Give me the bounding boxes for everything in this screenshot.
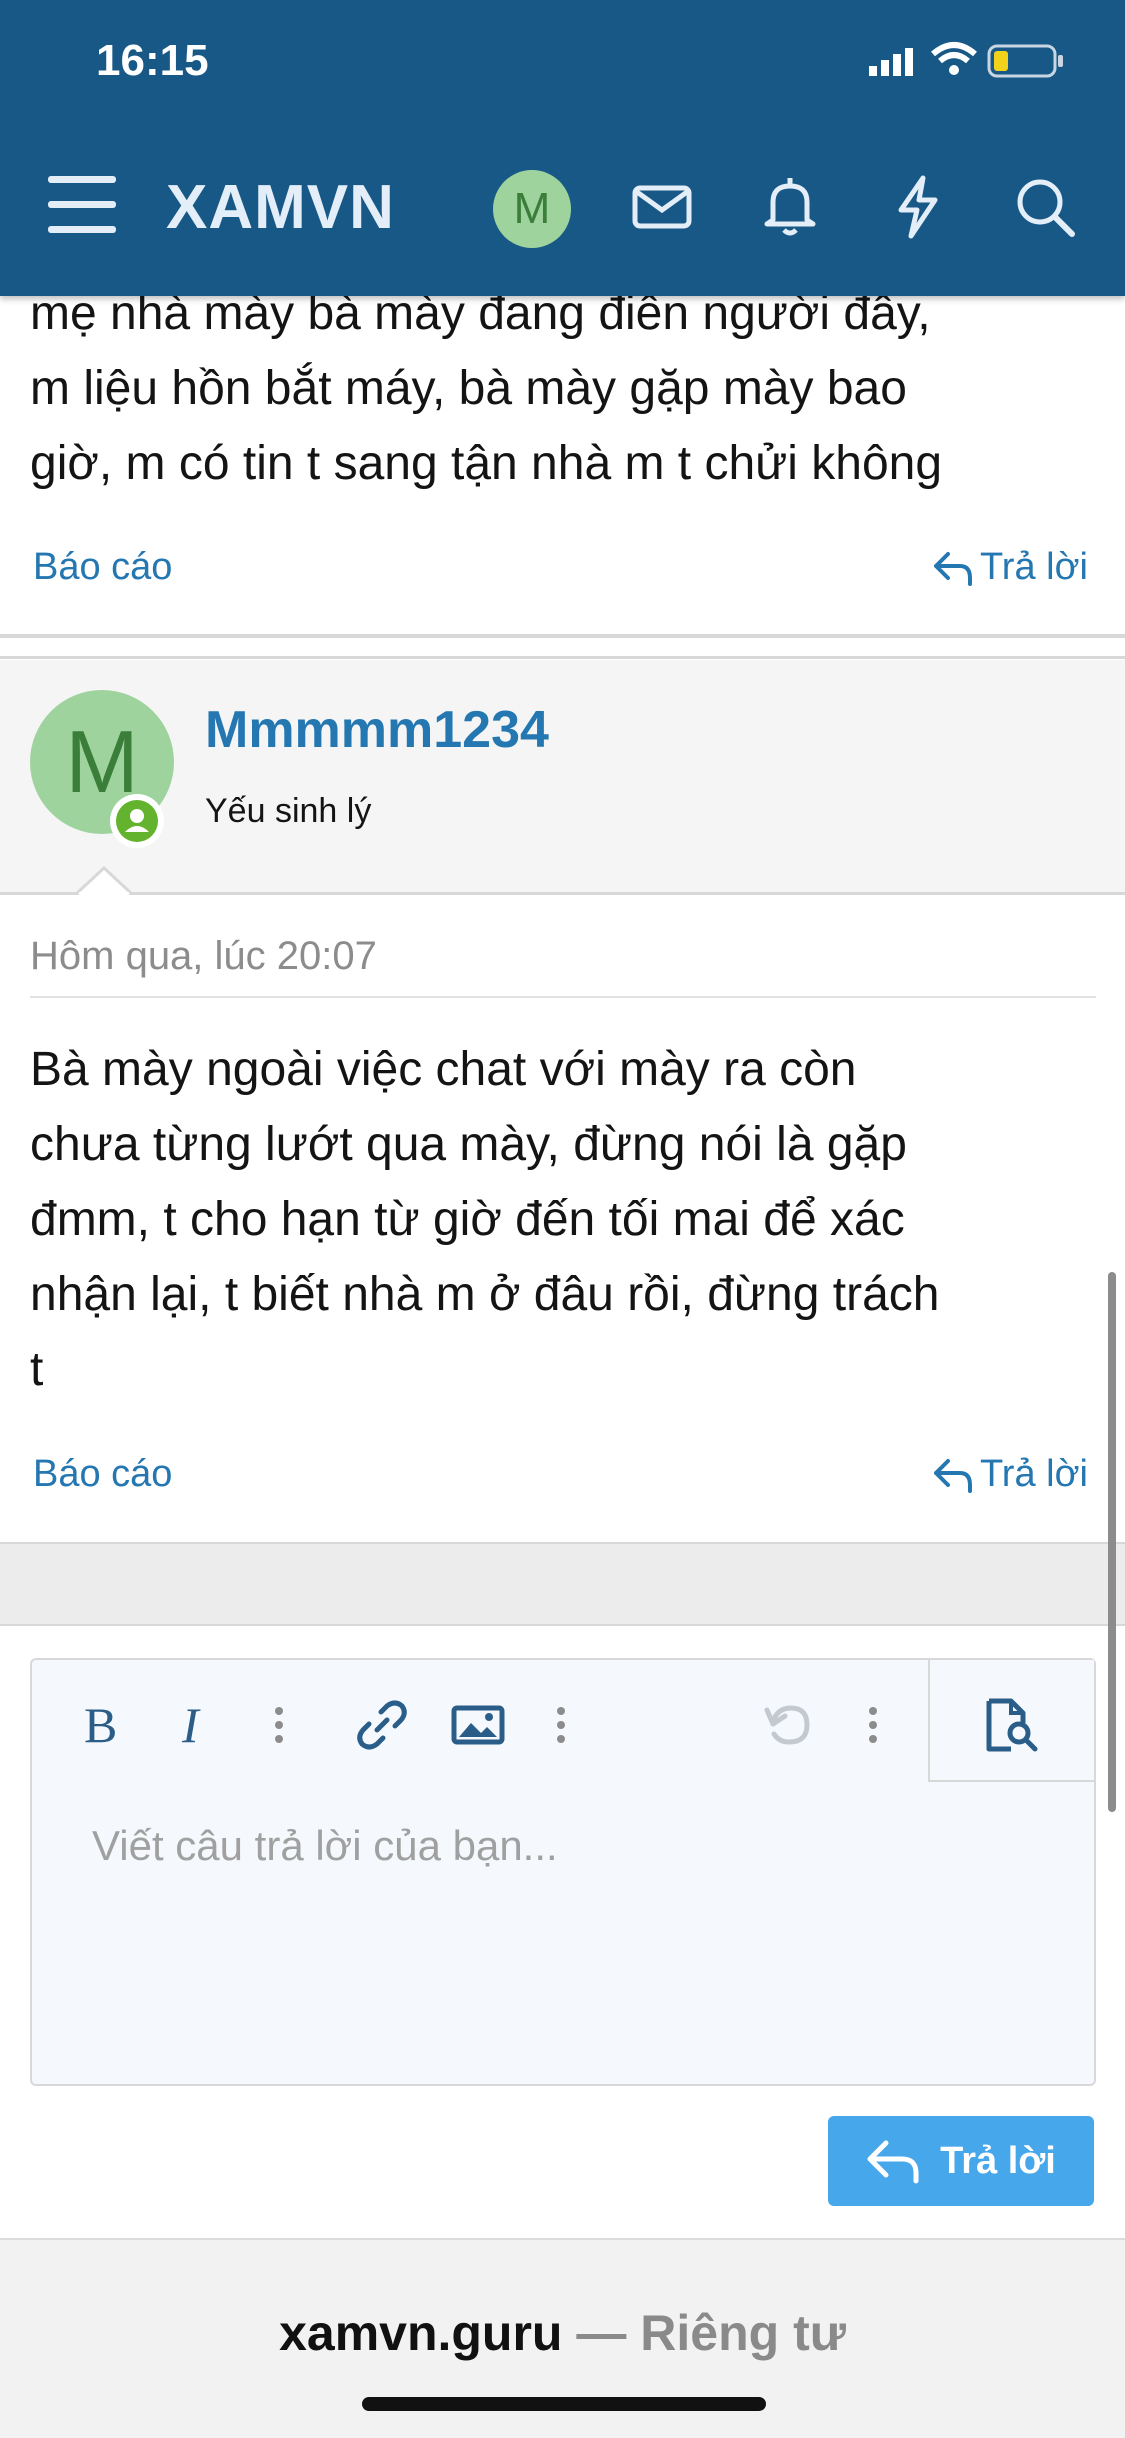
image-button[interactable] <box>446 1690 510 1760</box>
site-logo[interactable]: XAMVN <box>166 172 395 243</box>
report-link[interactable]: Báo cáo <box>33 1453 172 1496</box>
search-icon[interactable] <box>1010 172 1080 242</box>
post-line: m liệu hồn bắt máy, bà mày gặp mày bao <box>30 362 907 415</box>
document-search-icon <box>986 1698 1038 1752</box>
undo-button[interactable] <box>756 1690 820 1760</box>
bold-button[interactable]: B <box>70 1690 130 1760</box>
post-line: t <box>30 1343 44 1396</box>
user-online-icon <box>116 800 158 842</box>
italic-button[interactable]: I <box>166 1690 226 1760</box>
italic-icon: I <box>181 1700 201 1750</box>
submit-reply-button[interactable]: Trả lời <box>828 2116 1094 2206</box>
post-line: Bà mày ngoài việc chat với mày ra còn <box>30 1043 857 1096</box>
vertical-dots-icon <box>275 1707 283 1743</box>
url-separator: — <box>562 2305 641 2361</box>
reply-arrow-icon <box>934 1458 972 1493</box>
post-date[interactable]: Hôm qua, lúc 20:07 <box>30 934 377 979</box>
reply-placeholder[interactable]: Viết câu trả lời của bạn... <box>92 1822 558 1870</box>
more-text-options-button[interactable] <box>262 1690 296 1760</box>
mail-icon[interactable] <box>627 172 697 242</box>
post-line: đmm, t cho hạn từ giờ đến tối mai để xác <box>30 1193 905 1246</box>
report-link[interactable]: Báo cáo <box>33 546 172 589</box>
svg-text:I: I <box>181 1700 201 1750</box>
top-header: 16:15 XAMVN M <box>0 0 1125 296</box>
user-block-pointer <box>76 866 132 896</box>
status-time: 16:15 <box>96 36 209 85</box>
post-text: Bà mày ngoài việc chat với mày ra còn ch… <box>30 1032 1100 1407</box>
post-username[interactable]: Mmmmm1234 <box>205 700 549 760</box>
url-host: xamvn.guru <box>279 2305 563 2361</box>
image-icon <box>451 1705 505 1745</box>
bell-icon[interactable] <box>755 172 825 242</box>
status-system-icons <box>869 42 1063 78</box>
menu-icon[interactable] <box>48 176 116 236</box>
vertical-dots-icon <box>869 1707 877 1743</box>
link-button[interactable] <box>350 1690 414 1760</box>
privacy-label: Riêng tư <box>640 2305 846 2361</box>
date-divider <box>30 996 1096 998</box>
reply-arrow-icon <box>934 551 972 586</box>
online-badge <box>110 794 164 848</box>
undo-icon <box>764 1705 810 1745</box>
reply-link[interactable]: Trả lời <box>932 546 1088 589</box>
reply-label: Trả lời <box>980 546 1088 588</box>
more-insert-options-button[interactable] <box>544 1690 578 1760</box>
reply-label: Trả lời <box>980 1453 1088 1495</box>
preview-icon-wrap[interactable] <box>976 1690 1046 1760</box>
reply-link[interactable]: Trả lời <box>932 1453 1088 1496</box>
lightning-icon[interactable] <box>883 172 953 242</box>
post-line: chưa từng lướt qua mày, đừng nói là gặp <box>30 1118 907 1171</box>
more-options-button[interactable] <box>856 1690 890 1760</box>
scrollbar[interactable] <box>1108 1272 1116 1812</box>
svg-text:B: B <box>84 1700 117 1750</box>
post-line: nhận lại, t biết nhà m ở đâu rồi, đừng t… <box>30 1268 940 1321</box>
reply-arrow-icon <box>867 2140 919 2184</box>
bold-icon: B <box>84 1700 117 1750</box>
home-indicator[interactable] <box>362 2397 766 2411</box>
previous-post-text: mẹ nhà mày bà mày đang điên người đây, m… <box>30 276 1100 501</box>
vertical-dots-icon <box>557 1707 565 1743</box>
submit-label: Trả lời <box>940 2139 1056 2182</box>
link-icon <box>357 1700 407 1750</box>
user-title: Yếu sinh lý <box>205 792 372 830</box>
browser-url[interactable]: xamvn.guru — Riêng tư <box>0 2304 1125 2362</box>
post-line: giờ, m có tin t sang tận nhà m t chửi kh… <box>30 437 943 490</box>
section-gap <box>0 1544 1125 1626</box>
account-avatar[interactable]: M <box>493 170 571 248</box>
status-icons <box>859 38 1069 86</box>
